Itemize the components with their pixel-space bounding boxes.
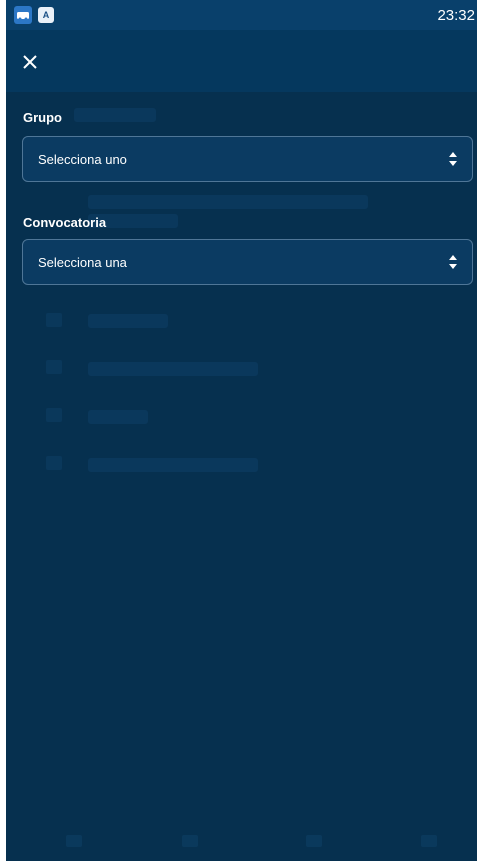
nav-placeholder-icon <box>306 835 322 847</box>
status-bar: A 23:32 <box>6 0 477 30</box>
call-select[interactable]: Selecciona una <box>22 239 473 285</box>
nav-placeholder-icon <box>182 835 198 847</box>
header-background-shape <box>161 52 351 70</box>
sort-arrows-icon <box>449 254 459 270</box>
app-header <box>6 30 477 92</box>
close-icon <box>23 55 37 69</box>
background-placeholder <box>74 108 156 122</box>
group-label: Grupo <box>23 110 62 125</box>
status-time: 23:32 <box>437 7 475 24</box>
nav-placeholder-icon <box>66 835 82 847</box>
app-screen: A 23:32 Grupo Selecciona uno Convocatori… <box>6 0 477 861</box>
group-select-value: Selecciona uno <box>38 151 127 167</box>
background-placeholder <box>88 410 148 424</box>
background-placeholder-icon <box>46 313 62 327</box>
bottom-navigation <box>6 821 477 861</box>
background-placeholder <box>88 195 368 209</box>
background-placeholder <box>88 458 258 472</box>
notification-app-icon <box>14 6 32 24</box>
call-label: Convocatoria <box>23 215 107 230</box>
sort-arrows-icon <box>449 151 459 167</box>
close-button[interactable] <box>16 48 44 76</box>
background-placeholder <box>88 314 168 328</box>
group-select[interactable]: Selecciona uno <box>22 136 473 182</box>
text-app-icon: A <box>38 7 54 23</box>
nav-placeholder-icon <box>421 835 437 847</box>
background-placeholder-icon <box>46 408 62 422</box>
background-placeholder-icon <box>46 456 62 470</box>
background-placeholder-icon <box>46 360 62 374</box>
background-placeholder <box>88 362 258 376</box>
call-select-value: Selecciona una <box>38 254 127 270</box>
